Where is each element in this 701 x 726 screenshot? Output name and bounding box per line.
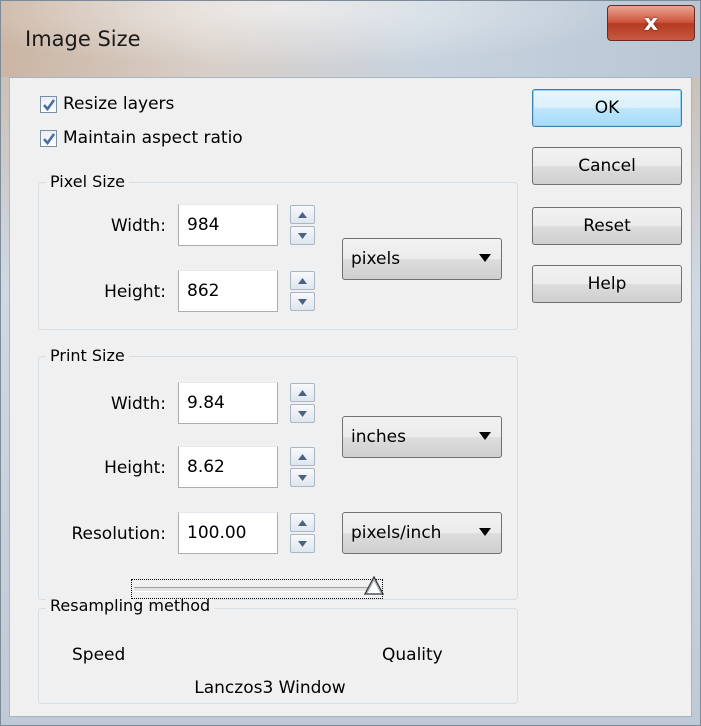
chevron-down-icon bbox=[479, 528, 491, 536]
pixel-width-spin-down[interactable] bbox=[290, 226, 315, 245]
resize-layers-label: Resize layers bbox=[63, 94, 175, 114]
maintain-aspect-option[interactable]: Maintain aspect ratio bbox=[40, 128, 243, 148]
close-button[interactable]: x bbox=[607, 5, 695, 41]
spin-up-icon bbox=[298, 389, 307, 396]
pixel-unit-value: pixels bbox=[351, 249, 401, 269]
chevron-down-icon bbox=[479, 432, 491, 440]
spin-down-icon bbox=[298, 298, 307, 305]
pixel-width-value: 984 bbox=[187, 215, 220, 235]
chevron-down-icon bbox=[479, 254, 491, 262]
print-height-value: 8.62 bbox=[187, 457, 225, 477]
spin-down-icon bbox=[298, 540, 307, 547]
maintain-aspect-checkbox[interactable] bbox=[40, 129, 57, 147]
print-width-spinner[interactable] bbox=[290, 383, 315, 423]
pixel-width-label: Width: bbox=[110, 216, 166, 236]
pixel-height-input[interactable]: 862 bbox=[178, 270, 278, 312]
image-size-dialog: Image Size x Resize layers Maintain aspe… bbox=[0, 0, 701, 726]
print-width-value: 9.84 bbox=[187, 393, 225, 413]
resolution-label: Resolution: bbox=[71, 524, 166, 544]
print-height-input[interactable]: 8.62 bbox=[178, 446, 278, 488]
print-size-group-label: Print Size bbox=[46, 346, 129, 365]
maintain-aspect-label: Maintain aspect ratio bbox=[63, 128, 243, 148]
resolution-spin-up[interactable] bbox=[290, 513, 315, 532]
speed-label: Speed bbox=[72, 645, 126, 665]
close-icon: x bbox=[643, 10, 659, 36]
resolution-value: 100.00 bbox=[187, 523, 247, 543]
pixel-size-group-label: Pixel Size bbox=[46, 172, 129, 191]
window-title: Image Size bbox=[25, 27, 141, 51]
spin-down-icon bbox=[298, 410, 307, 417]
spin-up-icon bbox=[298, 277, 307, 284]
pixel-height-spin-up[interactable] bbox=[290, 271, 315, 290]
checkmark-icon bbox=[43, 98, 56, 111]
print-width-label: Width: bbox=[110, 394, 166, 414]
spin-up-icon bbox=[298, 519, 307, 526]
title-bar[interactable]: Image Size x bbox=[1, 1, 700, 77]
resize-layers-checkbox[interactable] bbox=[40, 95, 57, 113]
slider-thumb[interactable] bbox=[363, 574, 385, 596]
print-size-group bbox=[38, 356, 518, 600]
resolution-spinner[interactable] bbox=[290, 513, 315, 553]
pixel-width-spinner[interactable] bbox=[290, 205, 315, 245]
resampling-method-label: Lanczos3 Window bbox=[194, 678, 346, 698]
quality-label: Quality bbox=[382, 645, 443, 665]
pixel-unit-dropdown[interactable]: pixels bbox=[342, 238, 502, 280]
spin-up-icon bbox=[298, 453, 307, 460]
spin-down-icon bbox=[298, 474, 307, 481]
pixel-height-value: 862 bbox=[187, 281, 220, 301]
print-height-spin-down[interactable] bbox=[290, 468, 315, 487]
pixel-height-spin-down[interactable] bbox=[290, 292, 315, 311]
print-unit-value: inches bbox=[351, 427, 406, 447]
print-height-spin-up[interactable] bbox=[290, 447, 315, 466]
print-width-spin-up[interactable] bbox=[290, 383, 315, 402]
help-button[interactable]: Help bbox=[532, 265, 682, 303]
pixel-height-spinner[interactable] bbox=[290, 271, 315, 311]
reset-button[interactable]: Reset bbox=[532, 207, 682, 245]
checkmark-icon bbox=[43, 132, 56, 145]
cancel-button[interactable]: Cancel bbox=[532, 147, 682, 185]
spin-down-icon bbox=[298, 232, 307, 239]
ok-button[interactable]: OK bbox=[532, 89, 682, 127]
resolution-unit-dropdown[interactable]: pixels/inch bbox=[342, 512, 502, 554]
resampling-slider-rail bbox=[134, 587, 372, 592]
print-height-spinner[interactable] bbox=[290, 447, 315, 487]
resolution-spin-down[interactable] bbox=[290, 534, 315, 553]
resolution-unit-value: pixels/inch bbox=[351, 523, 442, 543]
resize-layers-option[interactable]: Resize layers bbox=[40, 94, 174, 114]
print-height-label: Height: bbox=[104, 458, 166, 478]
print-unit-dropdown[interactable]: inches bbox=[342, 416, 502, 458]
spin-up-icon bbox=[298, 211, 307, 218]
resolution-input[interactable]: 100.00 bbox=[178, 512, 278, 554]
pixel-height-label: Height: bbox=[104, 282, 166, 302]
pixel-width-spin-up[interactable] bbox=[290, 205, 315, 224]
print-width-input[interactable]: 9.84 bbox=[178, 382, 278, 424]
print-width-spin-down[interactable] bbox=[290, 404, 315, 423]
resampling-slider[interactable] bbox=[131, 579, 383, 599]
pixel-width-input[interactable]: 984 bbox=[178, 204, 278, 246]
